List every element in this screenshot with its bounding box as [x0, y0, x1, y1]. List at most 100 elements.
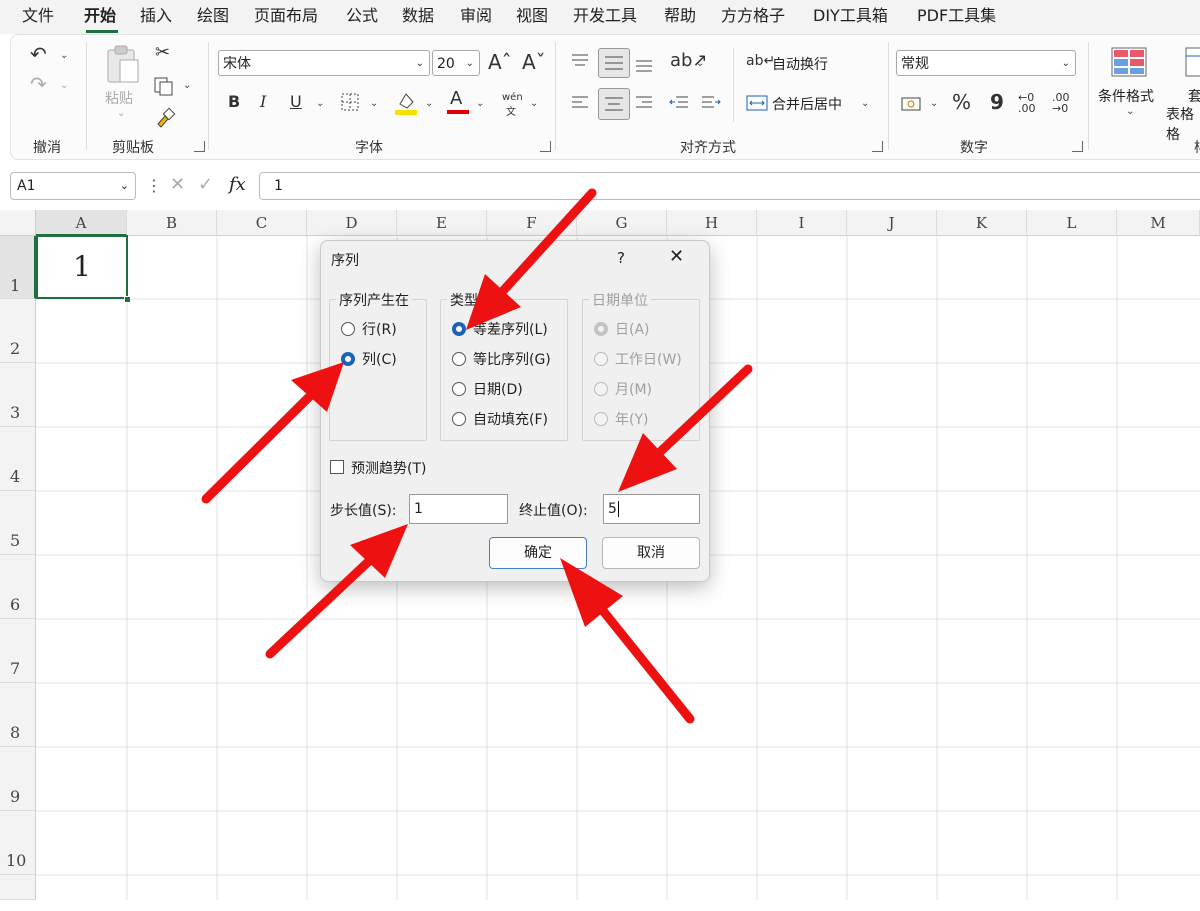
undo-icon[interactable]: ↶ [30, 44, 47, 64]
column-header[interactable]: J [847, 210, 937, 236]
italic-icon[interactable]: I [260, 94, 266, 110]
column-header[interactable]: K [937, 210, 1027, 236]
accounting-dropdown-icon[interactable]: ⌄ [930, 98, 938, 109]
clipboard-launcher-icon[interactable] [194, 141, 205, 152]
align-left-icon[interactable] [570, 94, 590, 112]
merge-center-button[interactable]: 合并后居中 [772, 94, 842, 114]
row-header[interactable]: 3 [0, 363, 36, 427]
underline-icon[interactable]: U [290, 94, 302, 110]
column-header[interactable]: I [757, 210, 847, 236]
wrap-text-icon[interactable]: ab↵ [746, 54, 775, 68]
pinyin-dropdown-icon[interactable]: ⌄ [530, 98, 538, 109]
copy-dropdown-icon[interactable]: ⌄ [183, 80, 191, 91]
column-header[interactable]: F [487, 210, 577, 236]
cancel-button[interactable]: 取消 [602, 537, 700, 569]
paste-icon[interactable] [104, 44, 142, 86]
fill-handle[interactable] [124, 296, 131, 303]
select-all-corner[interactable] [0, 210, 36, 236]
more-options-icon[interactable]: ⋮ [146, 176, 162, 195]
increase-decimal-icon[interactable]: ←0.00 [1018, 92, 1036, 114]
row-header[interactable]: 8 [0, 683, 36, 747]
decrease-indent-icon[interactable] [668, 94, 690, 112]
close-icon[interactable]: ✕ [669, 246, 684, 267]
column-header[interactable]: M [1117, 210, 1200, 236]
align-launcher-icon[interactable] [872, 141, 883, 152]
menu-help[interactable]: 帮助 [664, 0, 696, 32]
row-header[interactable]: 9 [0, 747, 36, 811]
menu-home[interactable]: 开始 [84, 0, 116, 32]
comma-style-icon[interactable]: 9 [990, 92, 1004, 112]
number-format-combo[interactable]: 常规 ⌄ [896, 50, 1076, 76]
name-box[interactable]: A1 ⌄ [10, 172, 136, 200]
cut-icon[interactable]: ✂ [155, 44, 170, 62]
paste-dropdown-icon[interactable]: ⌄ [117, 108, 125, 119]
help-icon[interactable]: ? [617, 249, 625, 267]
menu-draw[interactable]: 绘图 [197, 0, 229, 32]
align-middle-button[interactable] [598, 48, 630, 78]
font-launcher-icon[interactable] [540, 141, 551, 152]
decrease-decimal-icon[interactable]: .00 →0 [1052, 92, 1070, 114]
row-header[interactable]: 2 [0, 299, 36, 363]
format-painter-icon[interactable] [154, 106, 176, 128]
table-format-label[interactable]: 套 [1188, 86, 1200, 106]
redo-dropdown-icon[interactable]: ⌄ [60, 80, 68, 91]
column-header[interactable]: H [667, 210, 757, 236]
font-color-dropdown-icon[interactable]: ⌄ [476, 98, 484, 109]
menu-page-layout[interactable]: 页面布局 [254, 0, 318, 32]
conditional-format-dropdown-icon[interactable]: ⌄ [1126, 106, 1134, 117]
column-header[interactable]: G [577, 210, 667, 236]
cancel-entry-icon[interactable]: ✕ [170, 174, 185, 195]
merge-dropdown-icon[interactable]: ⌄ [861, 98, 869, 109]
align-top-icon[interactable] [570, 52, 590, 70]
align-bottom-icon[interactable] [634, 56, 654, 74]
pinyin-guide-icon[interactable]: wén 文 [502, 92, 523, 118]
fill-color-dropdown-icon[interactable]: ⌄ [425, 98, 433, 109]
underline-dropdown-icon[interactable]: ⌄ [316, 98, 324, 109]
cell-a1[interactable]: 1 [36, 235, 128, 299]
menu-diy-toolbox[interactable]: DIY工具箱 [813, 0, 888, 32]
stop-input[interactable]: 5 [603, 494, 700, 524]
menu-pdf-tools[interactable]: PDF工具集 [917, 0, 996, 32]
decrease-font-size-icon[interactable]: Aˇ [522, 52, 546, 72]
column-header[interactable]: D [307, 210, 397, 236]
column-header[interactable]: C [217, 210, 307, 236]
menu-view[interactable]: 视图 [516, 0, 548, 32]
chevron-down-icon[interactable]: ⌄ [120, 173, 129, 199]
table-format-icon[interactable] [1184, 46, 1200, 80]
undo-dropdown-icon[interactable]: ⌄ [60, 50, 68, 61]
ok-button[interactable]: 确定 [489, 537, 587, 569]
row-header[interactable]: 4 [0, 427, 36, 491]
accounting-format-icon[interactable] [900, 94, 924, 114]
menu-formulas[interactable]: 公式 [346, 0, 378, 32]
fill-color-icon[interactable] [394, 90, 418, 116]
menu-file[interactable]: 文件 [22, 0, 54, 32]
trend-checkbox[interactable] [330, 460, 344, 474]
font-size-combo[interactable]: 20 ⌄ [432, 50, 480, 76]
column-header[interactable]: B [127, 210, 217, 236]
borders-dropdown-icon[interactable]: ⌄ [370, 98, 378, 109]
row-header[interactable]: 5 [0, 491, 36, 555]
conditional-format-icon[interactable] [1110, 46, 1150, 80]
copy-icon[interactable] [153, 76, 175, 96]
row-header[interactable]: 10 [0, 811, 36, 875]
percent-icon[interactable]: % [952, 92, 971, 112]
row-header[interactable] [0, 875, 36, 900]
orientation-dropdown-icon[interactable]: ⌄ [696, 58, 704, 69]
menu-developer[interactable]: 开发工具 [573, 0, 637, 32]
merge-center-icon[interactable] [746, 94, 768, 112]
menu-review[interactable]: 审阅 [460, 0, 492, 32]
column-header[interactable]: L [1027, 210, 1117, 236]
increase-indent-icon[interactable] [700, 94, 722, 112]
row-header[interactable]: 6 [0, 555, 36, 619]
bold-icon[interactable]: B [228, 94, 240, 110]
formula-input[interactable]: 1 [259, 172, 1200, 200]
borders-icon[interactable] [340, 92, 360, 112]
column-header[interactable]: A [36, 210, 127, 236]
menu-fangfang[interactable]: 方方格子 [721, 0, 785, 32]
insert-function-icon[interactable]: fx [229, 174, 246, 195]
conditional-format-button[interactable]: 条件格式 [1098, 86, 1154, 106]
row-header[interactable]: 1 [0, 236, 36, 299]
align-right-icon[interactable] [634, 94, 654, 112]
increase-font-size-icon[interactable]: Aˆ [488, 52, 512, 72]
confirm-entry-icon[interactable]: ✓ [198, 174, 213, 195]
